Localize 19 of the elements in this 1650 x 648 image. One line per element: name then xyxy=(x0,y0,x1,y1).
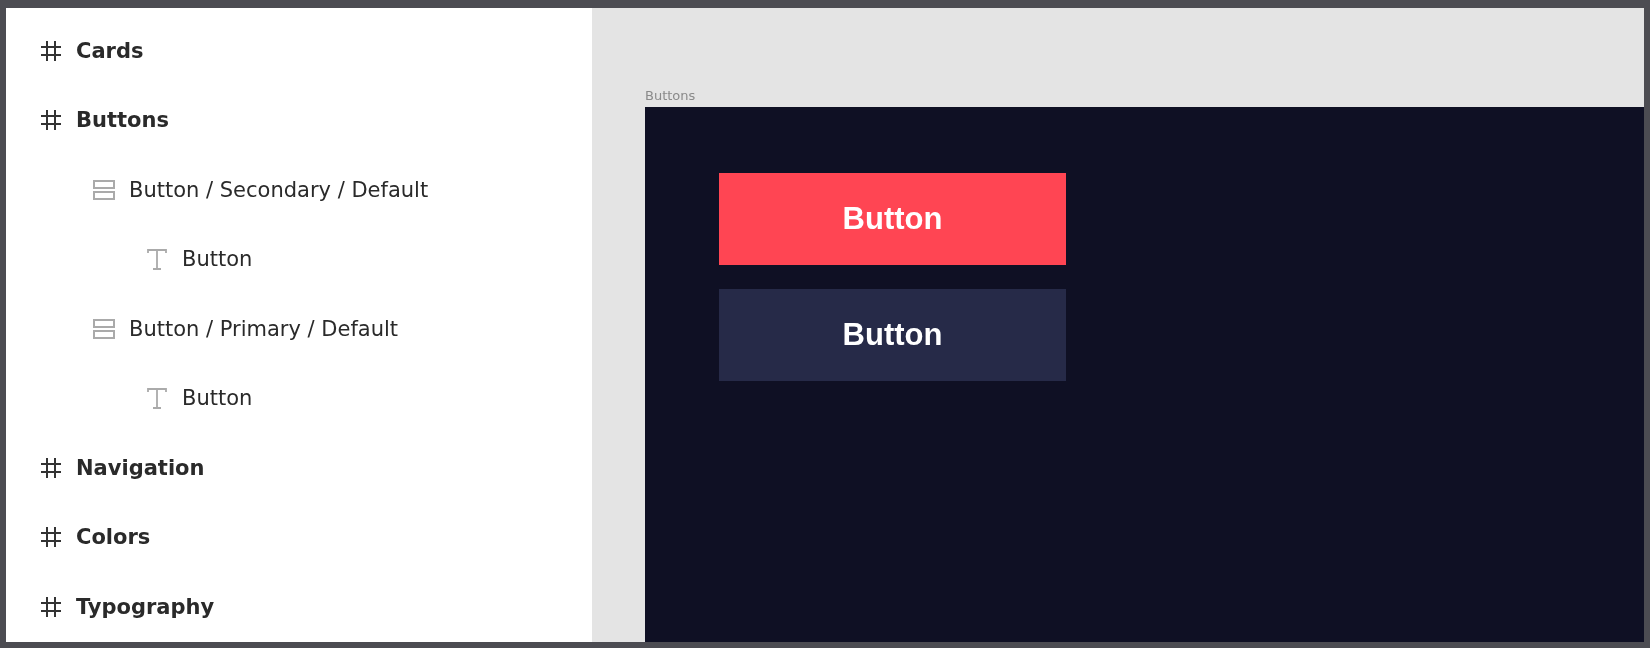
frame-hash-icon xyxy=(40,39,62,62)
frame-hash-icon xyxy=(40,526,62,549)
layer-item[interactable]: Colors xyxy=(76,525,151,550)
layer-item[interactable]: Navigation xyxy=(76,455,205,480)
frame-hash-icon xyxy=(40,109,62,132)
layer-item[interactable]: Typography xyxy=(76,594,215,619)
frame-hash-icon xyxy=(40,595,62,618)
layer-item[interactable]: Button xyxy=(182,386,253,411)
layer-item[interactable]: Button / Secondary / Default xyxy=(129,177,429,202)
layer-item[interactable]: Buttons xyxy=(76,108,169,133)
component-stack-icon xyxy=(93,179,115,200)
frame-hash-icon xyxy=(40,456,62,479)
frame-label: Buttons xyxy=(645,88,697,103)
layer-item[interactable]: Cards xyxy=(76,38,144,63)
layer-item[interactable]: Button xyxy=(182,247,253,272)
layer-item[interactable]: Button / Primary / Default xyxy=(129,316,399,341)
text-icon xyxy=(146,387,168,410)
component-stack-icon xyxy=(93,318,115,339)
text-icon xyxy=(146,248,168,271)
